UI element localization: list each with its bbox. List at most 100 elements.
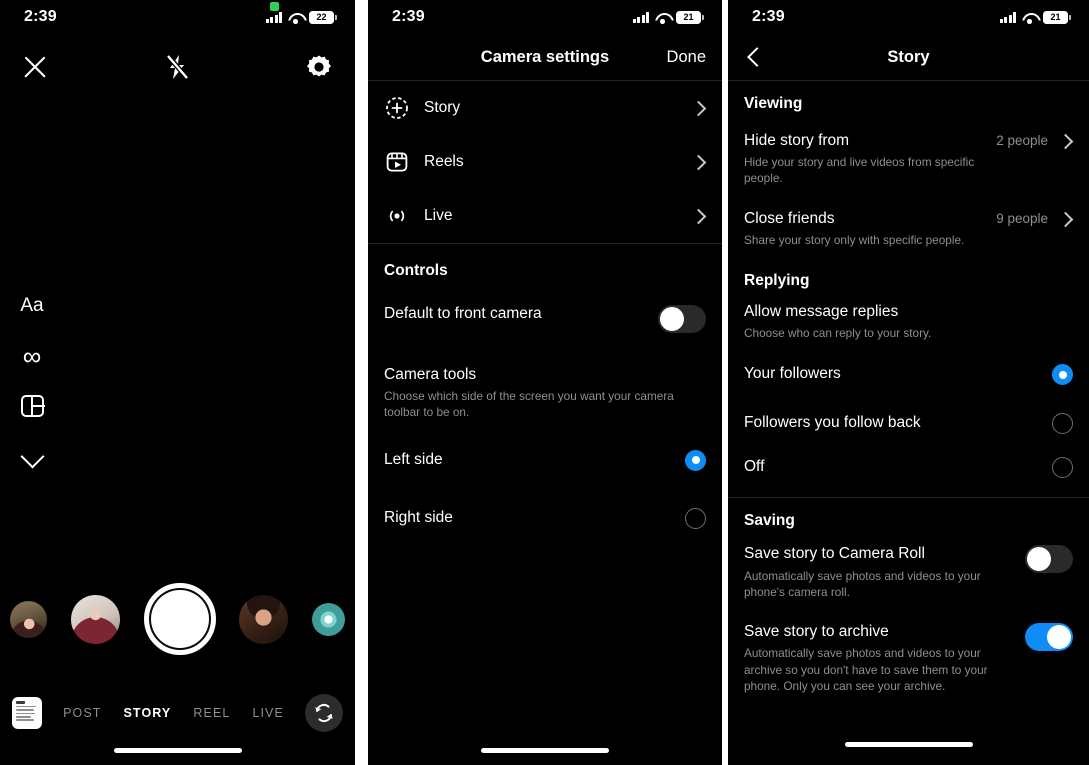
layout-tool-button[interactable] xyxy=(18,392,46,420)
setting-text: Camera tools Choose which side of the sc… xyxy=(384,365,706,421)
text-tool-button[interactable]: Aa xyxy=(18,292,46,320)
cellular-signal-icon xyxy=(999,11,1016,23)
camera-tools-row: Camera tools Choose which side of the sc… xyxy=(368,347,722,425)
option-label: Right side xyxy=(384,508,453,526)
option-label: Off xyxy=(744,458,765,476)
camera-top-bar xyxy=(0,34,355,86)
battery-percent: 22 xyxy=(316,11,327,22)
status-clock: 2:39 xyxy=(752,8,785,25)
mode-story[interactable]: STORY xyxy=(124,706,172,720)
hide-story-count: 2 people xyxy=(996,133,1048,148)
home-indicator xyxy=(113,748,242,753)
effect-browser-icon[interactable] xyxy=(312,602,345,636)
save-to-archive-toggle[interactable] xyxy=(1025,623,1073,652)
settings-row-label: Live xyxy=(424,207,453,224)
flip-camera-icon xyxy=(315,703,333,723)
close-icon xyxy=(22,54,48,80)
camera-mode-bar: POST STORY REEL LIVE xyxy=(0,690,355,736)
status-clock: 2:39 xyxy=(392,8,425,25)
wifi-icon xyxy=(655,12,670,24)
settings-row-label: Reels xyxy=(424,153,464,170)
status-icons: 21 xyxy=(999,10,1071,24)
setting-title: Save story to archive xyxy=(744,623,889,641)
camera-settings-button[interactable] xyxy=(305,53,333,81)
viewing-section-heading: Viewing xyxy=(744,95,803,112)
hide-story-from-row[interactable]: Hide story from Hide your story and live… xyxy=(728,123,1089,197)
camera-screen: 2:39 22 Aa ∞ POST STORY REEL LIVE xyxy=(0,0,355,765)
setting-text: Close friends Share your story only with… xyxy=(744,209,984,248)
chevron-right-icon xyxy=(693,103,704,114)
mode-live[interactable]: LIVE xyxy=(252,706,284,720)
setting-description: Automatically save photos and videos to … xyxy=(744,568,981,599)
radio-off[interactable] xyxy=(1052,457,1073,479)
close-friends-row[interactable]: Close friends Share your story only with… xyxy=(728,197,1089,258)
setting-title: Default to front camera xyxy=(384,305,542,322)
effect-avatar-3[interactable] xyxy=(239,594,289,644)
radio-followers-you-follow-back[interactable] xyxy=(1052,413,1073,435)
default-front-camera-toggle[interactable] xyxy=(658,305,706,333)
radio-right-side[interactable] xyxy=(685,507,706,529)
screen-gap-1 xyxy=(355,0,368,765)
done-button[interactable]: Done xyxy=(667,48,706,67)
settings-row-live[interactable]: Live xyxy=(384,189,706,243)
setting-description: Share your story only with specific peop… xyxy=(744,232,965,247)
setting-title: Close friends xyxy=(744,209,835,227)
boomerang-tool-button[interactable]: ∞ xyxy=(18,342,46,370)
setting-title: Allow message replies xyxy=(744,303,899,321)
default-front-camera-row[interactable]: Default to front camera xyxy=(368,290,722,347)
mode-reel[interactable]: REEL xyxy=(193,706,230,720)
radio-left-side[interactable] xyxy=(685,449,706,471)
setting-description: Hide your story and live videos from spe… xyxy=(744,155,975,186)
status-icons: 21 xyxy=(632,10,704,24)
option-your-followers[interactable]: Your followers xyxy=(728,347,1089,401)
option-off[interactable]: Off xyxy=(728,445,1089,489)
setting-title: Hide story from xyxy=(744,132,850,149)
back-button[interactable] xyxy=(744,47,764,67)
flash-toggle-button[interactable] xyxy=(164,53,190,81)
effect-avatar-2[interactable] xyxy=(70,594,120,644)
wifi-icon xyxy=(1022,12,1037,24)
mode-post[interactable]: POST xyxy=(63,706,101,720)
close-button[interactable] xyxy=(22,54,48,80)
status-clock: 2:39 xyxy=(24,8,57,25)
camera-tools-title: Camera tools xyxy=(384,366,477,383)
story-settings-screen: 2:39 21 Story Viewing Hide story from Hi… xyxy=(728,0,1089,765)
option-right-side[interactable]: Right side xyxy=(368,487,722,545)
saving-section-heading: Saving xyxy=(744,512,795,530)
settings-row-reels[interactable]: Reels xyxy=(384,135,706,189)
save-to-archive-row[interactable]: Save story to archive Automatically save… xyxy=(728,608,1089,708)
cellular-signal-icon xyxy=(265,11,282,23)
allow-message-replies-row: Allow message replies Choose who can rep… xyxy=(728,294,1089,347)
wifi-icon xyxy=(288,12,303,24)
setting-text: Save story to Camera Roll Automatically … xyxy=(744,544,1013,600)
gallery-thumbnail-button[interactable] xyxy=(12,697,42,729)
shutter-button[interactable] xyxy=(143,583,216,655)
effect-avatar-1[interactable] xyxy=(10,600,47,638)
save-to-camera-roll-row[interactable]: Save story to Camera Roll Automatically … xyxy=(728,534,1089,608)
text-tool-icon: Aa xyxy=(20,295,44,316)
battery-icon: 21 xyxy=(676,10,704,24)
live-broadcast-icon xyxy=(384,203,410,229)
battery-percent: 21 xyxy=(1050,11,1061,22)
camera-settings-nav: Camera settings Done xyxy=(368,34,722,80)
option-label: Your followers xyxy=(744,365,841,383)
camera-tools-description: Choose which side of the screen you want… xyxy=(384,389,674,420)
setting-text: Hide story from Hide your story and live… xyxy=(744,131,984,187)
settings-row-story[interactable]: Story xyxy=(384,81,706,135)
shutter-inner xyxy=(150,590,209,648)
infinity-icon: ∞ xyxy=(22,341,42,371)
page-title: Story xyxy=(887,47,930,66)
camera-settings-screen: 2:39 21 Camera settings Done Story Reels… xyxy=(368,0,722,765)
option-left-side[interactable]: Left side xyxy=(368,425,722,487)
more-tools-button[interactable] xyxy=(18,442,46,470)
save-to-camera-roll-toggle[interactable] xyxy=(1025,545,1073,574)
option-followers-you-follow-back[interactable]: Followers you follow back xyxy=(728,401,1089,445)
chevron-right-icon xyxy=(1060,136,1071,147)
reels-icon xyxy=(384,149,410,175)
radio-your-followers[interactable] xyxy=(1052,364,1073,386)
setting-title: Save story to Camera Roll xyxy=(744,545,925,563)
home-indicator xyxy=(844,742,973,747)
gear-icon xyxy=(305,53,333,81)
battery-icon: 22 xyxy=(309,10,337,24)
flip-camera-button[interactable] xyxy=(305,694,343,732)
